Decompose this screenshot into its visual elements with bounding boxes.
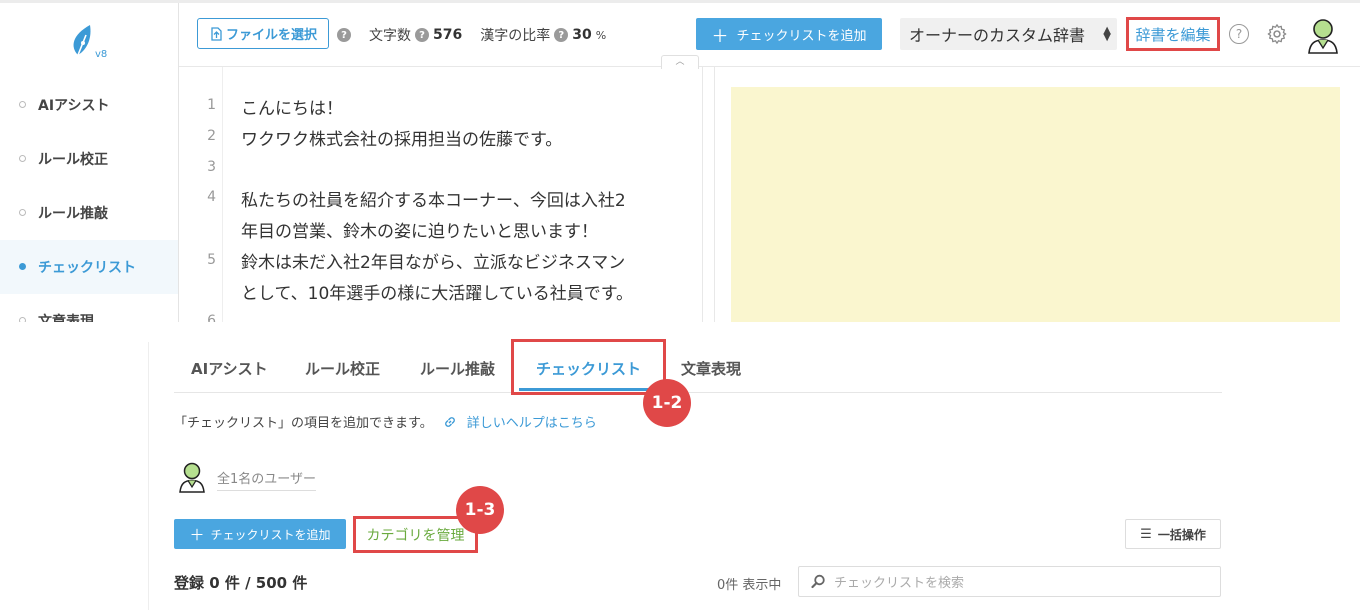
divider (148, 342, 149, 610)
user-avatar (179, 462, 205, 493)
line-number: 4 (207, 189, 216, 205)
help-icon[interactable]: ? (554, 28, 569, 42)
checklist-search[interactable]: チェックリストを検索 (798, 566, 1221, 597)
plus-icon: ＋ (189, 525, 205, 544)
dictionary-select[interactable]: オーナーのカスタム辞書 ▲ ▼ (900, 18, 1117, 50)
user-avatar[interactable] (1303, 15, 1343, 55)
preview-highlight-area (731, 87, 1340, 322)
link-icon (444, 416, 455, 427)
editor-line: 私たちの社員を紹介する本コーナー、今回は入社2 (241, 191, 626, 211)
add-checklist-button[interactable]: ＋ チェックリストを追加 (696, 18, 882, 50)
editor-line: ワクワク株式会社の採用担当の佐藤です。 (241, 130, 563, 150)
search-input[interactable]: チェックリストを検索 (834, 572, 964, 591)
nav-dot-icon (19, 209, 26, 216)
kanji-ratio-unit: % (595, 28, 607, 42)
tab-rule-refine[interactable]: ルール推敲 (420, 358, 495, 379)
editor-line: として、10年選手の様に大活躍している社員です。 (241, 284, 634, 304)
gear-icon[interactable] (1266, 23, 1288, 45)
checklist-description: 「チェックリスト」の項目を追加できます。 詳しいヘルプはこちら (174, 412, 597, 431)
tab-ai-assist[interactable]: AIアシスト (191, 358, 268, 379)
add-checklist-label: チェックリストを追加 (210, 527, 331, 542)
sidebar-item-label: ルール推敲 (38, 206, 108, 222)
app-window: v8 AIアシスト ルール校正 ルール推敲 チェックリスト 文章表現 ファイルを… (0, 0, 1360, 322)
kanji-ratio-label: 漢字の比率 (480, 28, 551, 44)
editor-line: 年目の営業、鈴木の姿に迫りたいと思います！ (241, 222, 598, 242)
select-arrows-icon: ▲ ▼ (1103, 25, 1111, 43)
line-number: 1 (207, 97, 216, 113)
select-file-button[interactable]: ファイルを選択 (197, 18, 329, 49)
line-number: 2 (207, 128, 216, 144)
showing-count: 0件 表示中 (717, 578, 782, 593)
line-number: 5 (207, 252, 216, 268)
help-icon[interactable]: ? (337, 28, 351, 42)
bulk-actions-button[interactable]: ☰ 一括操作 (1125, 519, 1221, 549)
manage-categories-label: カテゴリを管理 (366, 527, 465, 544)
description-text: 「チェックリスト」の項目を追加できます。 (174, 416, 433, 431)
line-number: 3 (207, 159, 216, 175)
edit-dictionary-link[interactable]: 辞書を編集 (1126, 17, 1220, 51)
sidebar-item-label: ルール校正 (38, 152, 108, 168)
file-upload-icon (211, 26, 222, 41)
help-icon[interactable]: ? (415, 28, 429, 42)
line-number: 6 (207, 313, 216, 322)
char-count-label: 文字数 (369, 28, 411, 44)
annotation-badge: 1-2 (643, 379, 691, 427)
line-number-gutter: 1 2 3 4 5 6 (179, 67, 223, 322)
nav-dot-icon (19, 155, 26, 162)
highlight-frame (511, 339, 666, 395)
text-editor[interactable]: こんにちは！ ワクワク株式会社の採用担当の佐藤です。 私たちの社員を紹介する本コ… (222, 67, 703, 322)
checklist-panel: AIアシスト ルール校正 ルール推敲 チェックリスト 文章表現 1-2 「チェッ… (0, 322, 1360, 610)
svg-text:v8: v8 (95, 49, 107, 60)
sidebar-item-rule-refine[interactable]: ルール推敲 (0, 186, 178, 240)
nav-dot-icon (19, 263, 26, 270)
sidebar-item-label: AIアシスト (38, 98, 110, 114)
editor-line: こんにちは！ (241, 99, 343, 119)
kanji-ratio-value: 30 (572, 27, 592, 43)
help-link[interactable]: 詳しいヘルプはこちら (467, 412, 597, 431)
edit-dictionary-label: 辞書を編集 (1135, 25, 1211, 44)
sidebar-item-rule-check[interactable]: ルール校正 (0, 132, 178, 186)
nav-dot-icon (19, 101, 26, 108)
sidebar-item-ai-assist[interactable]: AIアシスト (0, 78, 178, 132)
text-stats: ? 文字数 ? 576 漢字の比率 ? 30% (337, 25, 606, 45)
char-count-value: 576 (433, 27, 463, 43)
select-file-label: ファイルを選択 (225, 28, 317, 43)
tab-expression[interactable]: 文章表現 (681, 358, 741, 379)
sidebar-item-expression[interactable]: 文章表現 (0, 294, 178, 322)
sidebar: v8 AIアシスト ルール校正 ルール推敲 チェックリスト 文章表現 (0, 3, 179, 322)
registered-count: 登録 0 件 / 500 件 (174, 574, 308, 592)
annotation-badge: 1-3 (456, 486, 504, 534)
add-checklist-button[interactable]: ＋ チェックリストを追加 (174, 519, 346, 549)
dictionary-select-value: オーナーのカスタム辞書 (909, 26, 1086, 45)
toolbar: ファイルを選択 ? 文字数 ? 576 漢字の比率 ? 30% ＋ チェックリス… (179, 3, 1360, 67)
search-icon (811, 574, 825, 589)
logo[interactable]: v8 (66, 21, 110, 61)
plus-icon: ＋ (711, 26, 729, 47)
add-checklist-label: チェックリストを追加 (736, 28, 867, 44)
users-count[interactable]: 全1名のユーザー (217, 468, 317, 491)
bulk-actions-label: 一括操作 (1157, 527, 1206, 542)
pane-divider[interactable] (702, 67, 715, 322)
panel-tabs: AIアシスト ルール校正 ルール推敲 チェックリスト 文章表現 (174, 348, 1222, 393)
chevron-up-icon: ︿ (675, 57, 685, 67)
list-icon: ☰ (1140, 526, 1152, 542)
help-circle-icon[interactable]: ? (1229, 24, 1249, 44)
sidebar-item-label: 文章表現 (38, 314, 94, 322)
sidebar-item-checklist[interactable]: チェックリスト (0, 240, 178, 294)
sidebar-item-label: チェックリスト (38, 260, 136, 276)
tab-rule-check[interactable]: ルール校正 (305, 358, 380, 379)
editor-line: 鈴木は未だ入社2年目ながら、立派なビジネスマン (241, 253, 626, 273)
pen-logo-icon: v8 (73, 25, 107, 60)
